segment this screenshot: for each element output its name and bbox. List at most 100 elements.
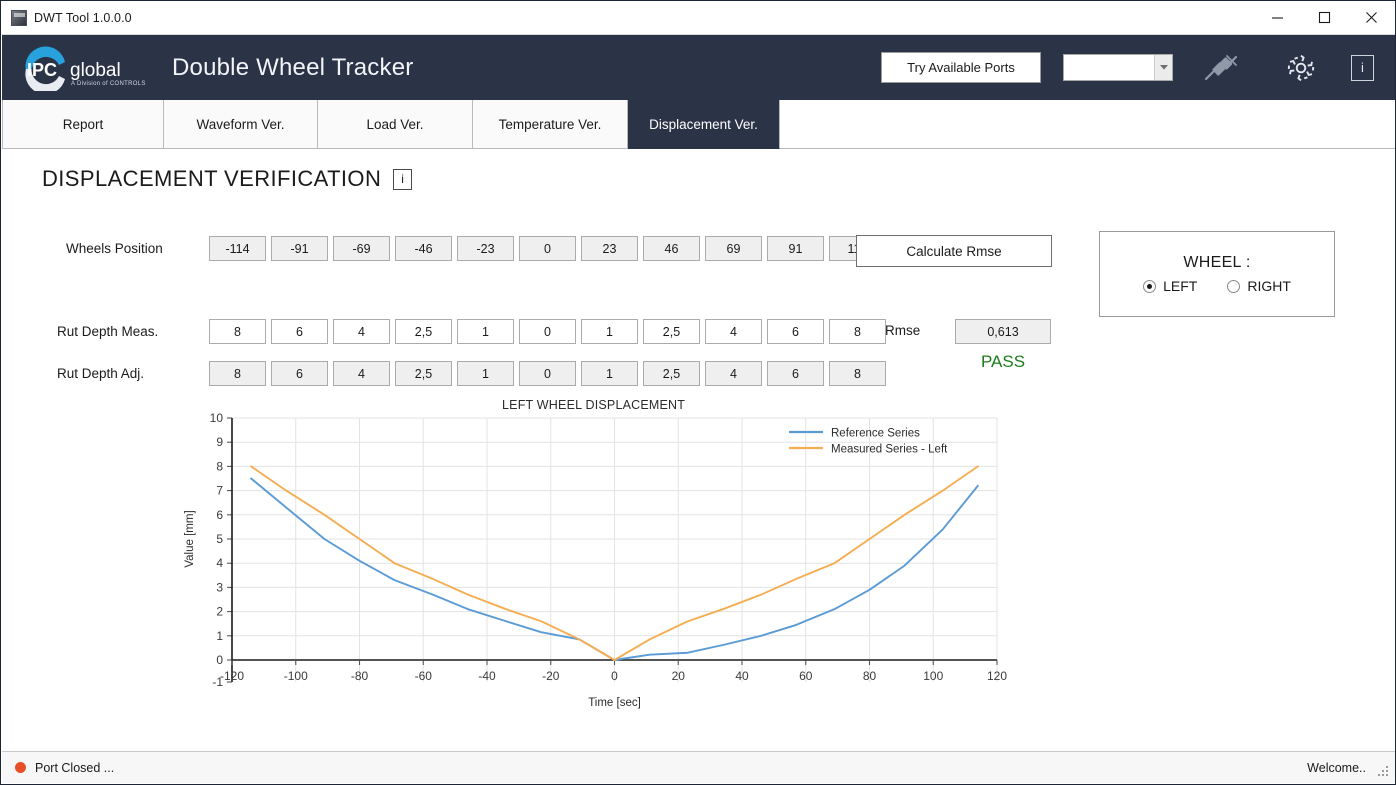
rut-depth-adj-cell[interactable]: 6 (271, 361, 328, 386)
rut-depth-meas-cell[interactable]: 0 (519, 319, 576, 344)
rut-depth-meas-cell[interactable]: 1 (581, 319, 638, 344)
svg-text:2: 2 (216, 605, 223, 619)
close-icon[interactable] (1348, 1, 1395, 34)
minimize-icon[interactable] (1254, 1, 1301, 34)
tab-bar-filler (780, 100, 1396, 149)
svg-text:A Division of CONTROLS: A Division of CONTROLS (71, 81, 146, 87)
info-icon[interactable]: i (393, 169, 412, 190)
gear-icon[interactable] (1283, 50, 1319, 86)
svg-text:-120: -120 (220, 669, 244, 683)
radio-right-icon[interactable] (1227, 280, 1240, 293)
tab-load-ver[interactable]: Load Ver. (318, 100, 473, 149)
rut-depth-adj-cell[interactable]: 0 (519, 361, 576, 386)
svg-text:60: 60 (799, 669, 813, 683)
rmse-verdict-badge: PASS (955, 352, 1051, 372)
svg-text:8: 8 (216, 459, 223, 473)
svg-text:0: 0 (216, 653, 223, 667)
status-text: Port Closed ... (35, 761, 114, 775)
rut-depth-adj-cell[interactable]: 4 (333, 361, 390, 386)
port-select[interactable] (1063, 54, 1173, 81)
calculate-rmse-button[interactable]: Calculate Rmse (856, 235, 1052, 267)
rut-depth-meas-cell[interactable]: 4 (333, 319, 390, 344)
app-window: DWT Tool 1.0.0.0 IPC global A Division o… (0, 0, 1396, 785)
tab-report[interactable]: Report (2, 100, 164, 149)
svg-text:global: global (70, 60, 121, 81)
svg-text:-40: -40 (478, 669, 496, 683)
port-select-value (1064, 55, 1154, 80)
wheel-radio-group: LEFT RIGHT (1143, 278, 1291, 294)
svg-text:IPC: IPC (27, 60, 57, 80)
svg-text:Value [mm]: Value [mm] (184, 510, 196, 567)
svg-text:9: 9 (216, 435, 223, 449)
wheels-position-cell[interactable]: 46 (643, 236, 700, 261)
svg-text:10: 10 (210, 411, 224, 425)
rut-depth-meas-cell[interactable]: 4 (705, 319, 762, 344)
wheels-position-cell[interactable]: -114 (209, 236, 266, 261)
rut-depth-adj-cell[interactable]: 6 (767, 361, 824, 386)
status-right-text: Welcome.. (1307, 761, 1366, 775)
wheels-position-cell[interactable]: -69 (333, 236, 390, 261)
chart-canvas: -1012345678910-120-100-80-60-40-20020406… (177, 410, 1017, 720)
rut-depth-adj-cell[interactable]: 4 (705, 361, 762, 386)
wheels-position-cell[interactable]: 69 (705, 236, 762, 261)
rut-depth-meas-cell[interactable]: 1 (457, 319, 514, 344)
plug-icon[interactable] (1201, 51, 1241, 85)
wheels-position-cell[interactable]: 23 (581, 236, 638, 261)
chevron-down-icon[interactable] (1154, 55, 1172, 80)
rut-depth-meas-row: 8642,51012,5468 (209, 319, 886, 344)
tab-waveform-ver[interactable]: Waveform Ver. (164, 100, 318, 149)
window-title: DWT Tool 1.0.0.0 (34, 11, 132, 25)
svg-text:0: 0 (611, 669, 618, 683)
wheels-position-cell[interactable]: 0 (519, 236, 576, 261)
rut-depth-adj-cell[interactable]: 1 (457, 361, 514, 386)
rut-depth-adj-label: Rut Depth Adj. (57, 366, 144, 381)
wheel-option-right-label: RIGHT (1247, 278, 1291, 294)
rut-depth-adj-cell[interactable]: 8 (209, 361, 266, 386)
svg-text:-80: -80 (351, 669, 369, 683)
page-title: DISPLACEMENT VERIFICATION i (42, 166, 412, 192)
rut-depth-meas-cell[interactable]: 8 (209, 319, 266, 344)
radio-left-icon[interactable] (1143, 280, 1156, 293)
wheels-position-cell[interactable]: 91 (767, 236, 824, 261)
resize-grip-icon[interactable] (1378, 766, 1390, 778)
rut-depth-meas-cell[interactable]: 8 (829, 319, 886, 344)
status-bar: Port Closed ... Welcome.. (2, 751, 1396, 783)
app-icon (11, 10, 27, 26)
wheels-position-label: Wheels Position (66, 241, 163, 256)
rut-depth-adj-cell[interactable]: 2,5 (643, 361, 700, 386)
try-available-ports-button[interactable]: Try Available Ports (881, 52, 1041, 83)
wheel-option-left[interactable]: LEFT (1143, 278, 1197, 294)
maximize-icon[interactable] (1301, 1, 1348, 34)
rmse-label: Rmse (885, 323, 920, 338)
info-icon[interactable]: i (1351, 55, 1374, 81)
status-indicator-icon (15, 762, 26, 773)
rut-depth-meas-cell[interactable]: 6 (767, 319, 824, 344)
content-area: DISPLACEMENT VERIFICATION i Wheels Posit… (2, 150, 1396, 752)
rut-depth-meas-cell[interactable]: 6 (271, 319, 328, 344)
wheels-position-cell[interactable]: -91 (271, 236, 328, 261)
rut-depth-adj-cell[interactable]: 1 (581, 361, 638, 386)
page-title-text: DISPLACEMENT VERIFICATION (42, 166, 381, 192)
rut-depth-adj-cell[interactable]: 2,5 (395, 361, 452, 386)
app-header: IPC global A Division of CONTROLS Double… (2, 35, 1396, 100)
app-title: Double Wheel Tracker (172, 54, 413, 82)
wheels-position-cell[interactable]: -23 (457, 236, 514, 261)
window-controls (1254, 1, 1395, 34)
wheel-option-left-label: LEFT (1163, 278, 1197, 294)
rut-depth-meas-cell[interactable]: 2,5 (643, 319, 700, 344)
svg-text:6: 6 (216, 508, 223, 522)
wheels-position-cell[interactable]: -46 (395, 236, 452, 261)
tab-displacement-ver[interactable]: Displacement Ver. (628, 100, 780, 149)
svg-text:100: 100 (923, 669, 943, 683)
svg-text:3: 3 (216, 580, 223, 594)
rut-depth-adj-cell[interactable]: 8 (829, 361, 886, 386)
wheel-option-right[interactable]: RIGHT (1227, 278, 1291, 294)
svg-text:80: 80 (863, 669, 877, 683)
rut-depth-meas-cell[interactable]: 2,5 (395, 319, 452, 344)
displacement-chart: LEFT WHEEL DISPLACEMENT -1012345678910-1… (177, 398, 1017, 728)
svg-text:-60: -60 (415, 669, 433, 683)
title-bar: DWT Tool 1.0.0.0 (1, 1, 1395, 35)
svg-text:120: 120 (987, 669, 1007, 683)
header-actions: Try Available Ports (881, 50, 1396, 86)
tab-temperature-ver[interactable]: Temperature Ver. (473, 100, 628, 149)
